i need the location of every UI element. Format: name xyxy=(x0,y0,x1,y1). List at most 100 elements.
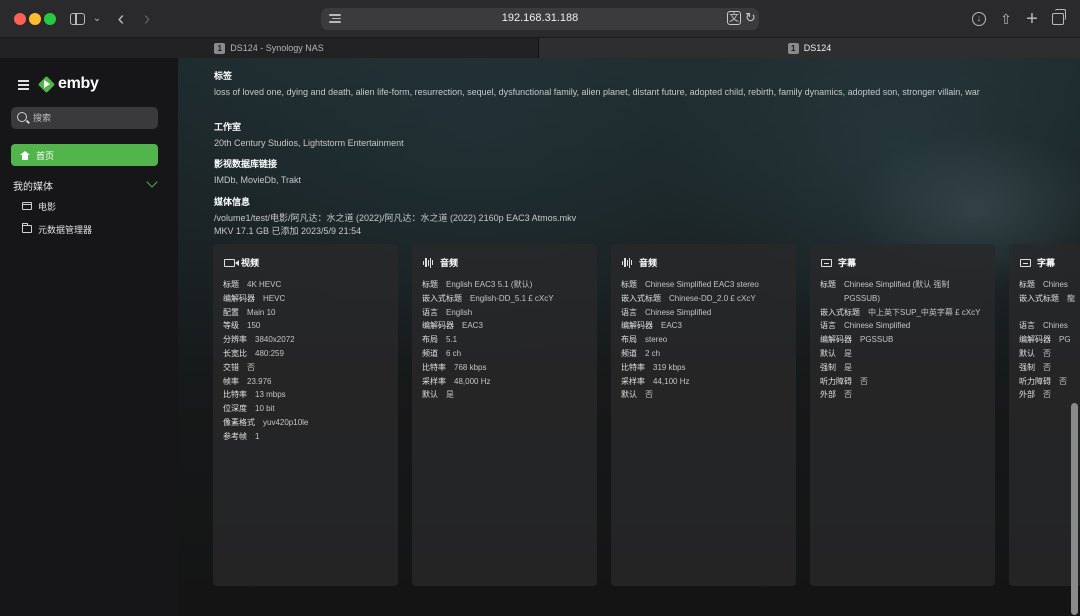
audio-icon xyxy=(622,257,633,268)
stream-detail-row: 强制是 xyxy=(820,361,990,375)
stream-detail-key: 标题 xyxy=(1019,280,1035,289)
search-input[interactable] xyxy=(33,110,153,126)
scrollbar-thumb[interactable] xyxy=(1071,403,1078,615)
tab-bar: 1 DS124 - Synology NAS 1 DS124 xyxy=(0,38,1080,58)
card-rows: 标题 Chinese Simplified EAC3 stereo 嵌入式标题 Chi… xyxy=(621,278,791,402)
stream-detail-key: 采样率 xyxy=(422,376,446,386)
back-button[interactable]: ‹ xyxy=(114,9,128,29)
stream-detail-row: 嵌入式标题 中上英下SUP_中英字幕 £ cXcY xyxy=(820,306,990,320)
stream-detail-key: 配置 xyxy=(223,307,239,317)
stream-detail-key: 嵌入式标题 xyxy=(621,293,661,303)
stream-card-subtitle-1: 字幕 标题 Chinese Simplified (默认 强制 PGSSUB) 嵌入… xyxy=(810,244,995,586)
stream-detail-row: 频道 6 ch xyxy=(422,347,592,361)
url-text: 192.168.31.188 xyxy=(501,12,579,24)
tags-section: 标签 loss of loved one, dying and death, a… xyxy=(214,69,1034,99)
stream-detail-value: 否 xyxy=(645,390,653,400)
subtitle-icon xyxy=(1020,258,1031,267)
stream-detail-value: 是 xyxy=(844,362,852,372)
sidebar-section-my-media[interactable]: 我的媒体 xyxy=(13,176,158,193)
tab-synology[interactable]: 1 DS124 - Synology NAS xyxy=(0,38,538,58)
stream-detail-key: 编解码器 xyxy=(223,293,255,303)
stream-detail-key: 嵌入式标题 xyxy=(820,307,860,317)
studio-value[interactable]: 20th Century Studios, Lightstorm Enterta… xyxy=(214,137,404,150)
menu-icon[interactable] xyxy=(18,80,29,93)
stream-detail-key: 频道 xyxy=(422,348,438,358)
stream-detail-row: 默认是 xyxy=(422,388,592,402)
stream-detail-value: 是 xyxy=(446,390,454,400)
stream-detail-value: HEVC xyxy=(263,293,286,303)
stream-detail-value: 否 xyxy=(1043,390,1051,400)
stream-detail-value: 150 xyxy=(247,321,261,331)
tab-favicon: 1 xyxy=(214,42,226,54)
stream-detail-row: 等级 150 xyxy=(223,319,393,333)
stream-detail-value: English-DD_5.1 £ cXcY xyxy=(470,293,554,303)
stream-detail-row: 标题 English EAC3 5.1 (默认) xyxy=(422,278,592,292)
stream-detail-key: 频道 xyxy=(621,348,637,358)
sidebar-toggle-icon[interactable] xyxy=(70,9,86,29)
reload-icon[interactable]: ↻ xyxy=(745,10,756,26)
tab-title: DS124 xyxy=(803,43,832,53)
stream-detail-value: 否 xyxy=(1043,348,1051,358)
forward-button[interactable]: › xyxy=(140,9,154,29)
stream-detail-value: 否 xyxy=(1043,362,1051,372)
tab-overview-icon[interactable] xyxy=(1052,9,1068,29)
address-bar[interactable]: 192.168.31.188 文 ↻ xyxy=(321,8,759,30)
stream-detail-value: Chinese Simplified xyxy=(645,307,712,317)
share-icon[interactable]: ⇧ xyxy=(998,9,1014,29)
stream-detail-key: 语言 xyxy=(1019,321,1035,331)
sidebar-item-label: 元数据管理器 xyxy=(38,224,93,235)
stream-detail-row: 频道 2 ch xyxy=(621,347,791,361)
emby-logo[interactable]: emby xyxy=(38,75,99,93)
stream-detail-key: 编解码器 xyxy=(621,321,653,331)
tags-value: loss of loved one, dying and death, alie… xyxy=(214,87,980,97)
minimize-window-button[interactable] xyxy=(29,13,41,25)
stream-detail-row: 比特率 13 mbps xyxy=(223,388,393,402)
search-box[interactable] xyxy=(11,107,158,129)
stream-detail-key: 分辨率 xyxy=(223,335,247,345)
tab-ds124[interactable]: 1 DS124 xyxy=(539,38,1080,58)
studio-label: 工作室 xyxy=(214,122,242,132)
translate-icon[interactable]: 文 xyxy=(727,11,741,25)
stream-detail-value: 6 ch xyxy=(446,348,462,358)
stream-detail-row: 布局 5.1 xyxy=(422,333,592,347)
sidebar-item-metadata-manager[interactable]: 元数据管理器 xyxy=(22,222,92,236)
stream-detail-value: Chinese Simplified (默认 强制 PGSSUB) xyxy=(844,280,950,303)
card-header: 字幕 xyxy=(821,256,856,269)
stream-detail-key: 编解码器 xyxy=(820,335,852,345)
maximize-window-button[interactable] xyxy=(44,13,56,25)
downloads-icon[interactable]: ↓ xyxy=(972,9,988,29)
chevron-down-icon xyxy=(146,176,158,188)
stream-detail-key: 比特率 xyxy=(621,362,645,372)
stream-detail-row: 默认是 xyxy=(820,347,990,361)
new-tab-icon[interactable]: + xyxy=(1024,9,1040,29)
stream-detail-value: 3840x2072 xyxy=(255,335,295,345)
stream-detail-value: yuv420p10le xyxy=(263,417,309,427)
stream-detail-row: 听力障碍否 xyxy=(820,375,990,389)
stream-detail-value: 否 xyxy=(247,362,255,372)
sidebar-item-movies[interactable]: 电影 xyxy=(22,199,56,213)
stream-detail-value: 是 xyxy=(844,348,852,358)
tags-label: 标签 xyxy=(214,71,233,81)
stream-detail-key: 标题 xyxy=(621,280,637,289)
stream-detail-key: 嵌入式标题 xyxy=(1019,293,1059,303)
stream-detail-row: 编解码器 EAC3 xyxy=(621,319,791,333)
stream-detail-value: 5.1 xyxy=(446,335,458,345)
scrollbar[interactable] xyxy=(1068,58,1080,616)
card-rows: 标题 English EAC3 5.1 (默认) 嵌入式标题 English-DD_5… xyxy=(422,278,592,402)
stream-detail-key: 布局 xyxy=(621,335,637,345)
stream-detail-key: 标题 xyxy=(422,280,438,289)
media-details: MKV 17.1 GB 已添加 2023/5/9 21:54 xyxy=(214,226,362,236)
close-window-button[interactable] xyxy=(14,13,26,25)
stream-detail-key: 参考帧 xyxy=(223,431,247,441)
stream-detail-row: 标题 Chinese Simplified EAC3 stereo xyxy=(621,278,791,292)
chevron-down-icon[interactable]: ⌄ xyxy=(92,9,102,29)
emby-logo-icon xyxy=(38,75,55,93)
stream-detail-row: 采样率 44,100 Hz xyxy=(621,375,791,389)
links-label: 影视数据库链接 xyxy=(214,159,278,169)
stream-detail-value: 4K HEVC xyxy=(247,280,282,289)
links-value[interactable]: IMDb, MovieDb, Trakt xyxy=(214,174,301,187)
stream-detail-value: EAC3 xyxy=(462,321,483,331)
stream-detail-value: stereo xyxy=(645,335,668,345)
sidebar-item-home[interactable]: 首页 xyxy=(11,144,158,166)
card-rows: 标题 Chinese Simplified (默认 强制 PGSSUB) 嵌入式标题… xyxy=(820,278,990,402)
